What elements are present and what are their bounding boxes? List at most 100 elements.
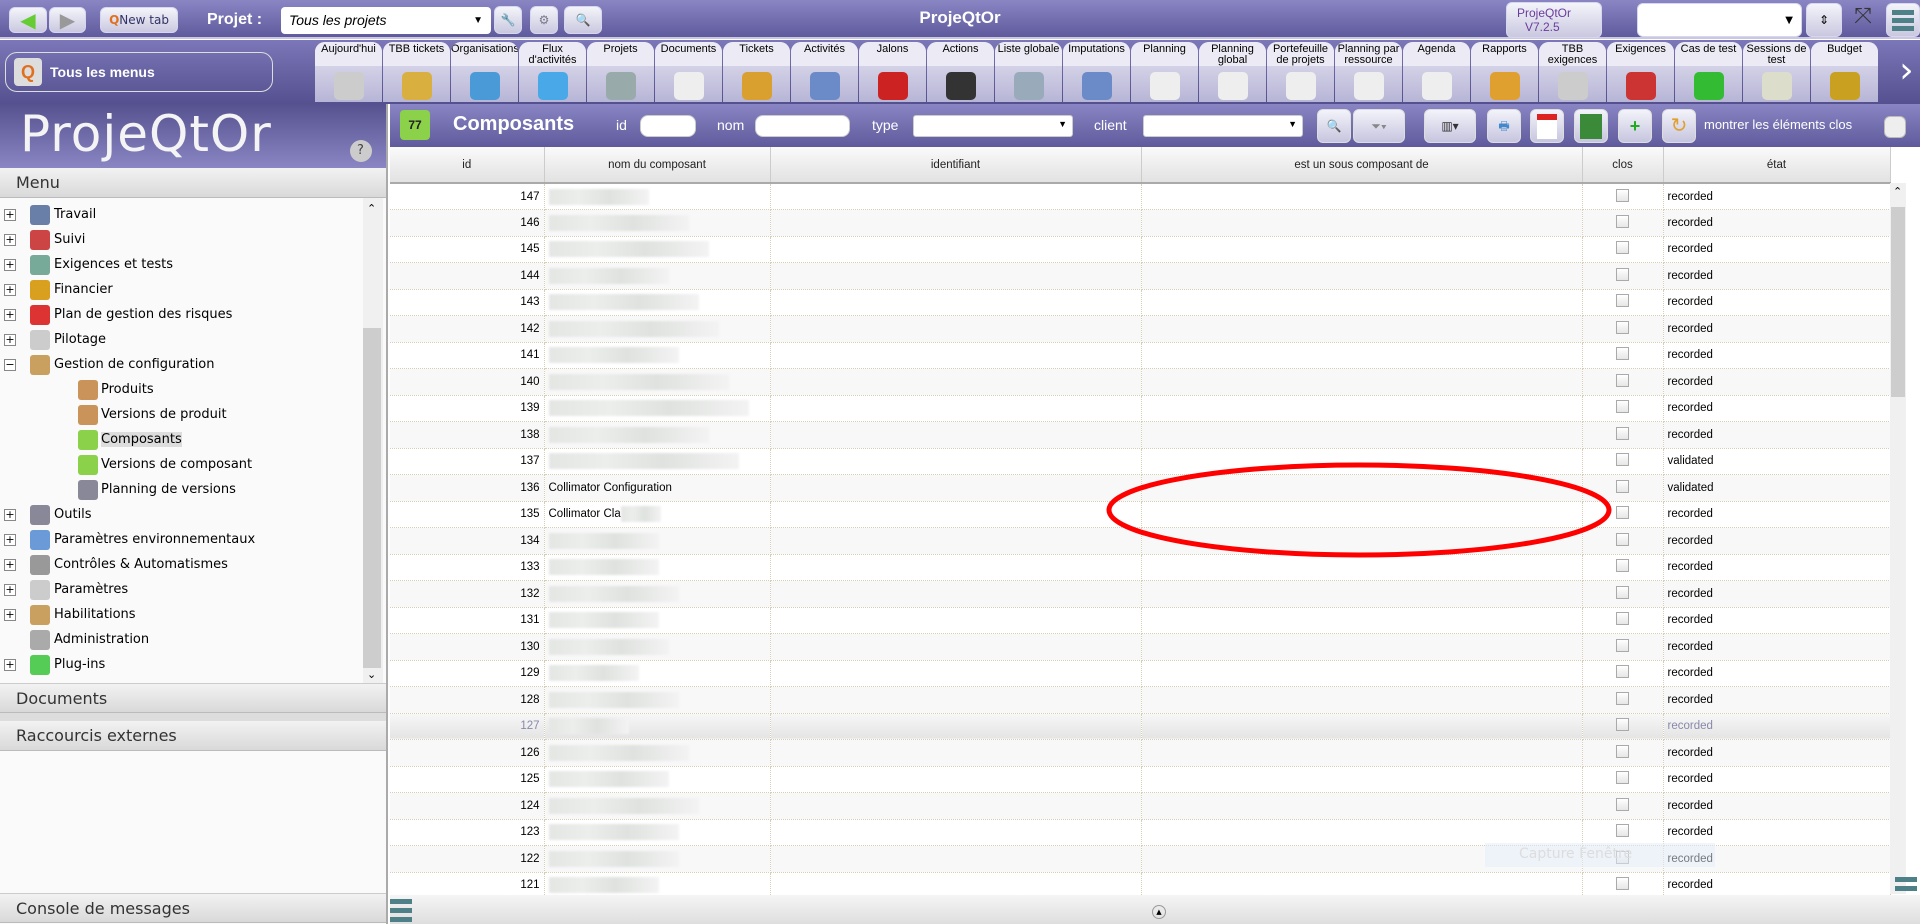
- expand-icon[interactable]: +: [4, 508, 16, 521]
- menu-tab-icon: [605, 72, 636, 100]
- menu-tree: ⌃ ⌄ + Travail + Suivi + Exigences et tests + Fin…: [0, 198, 386, 683]
- back-button[interactable]: ◀: [9, 7, 47, 33]
- chevron-down-icon: ▼: [473, 15, 483, 26]
- menu-tab-17[interactable]: Rapports: [1471, 42, 1538, 102]
- sidebar-item[interactable]: Produits: [0, 377, 360, 402]
- sidebar-item[interactable]: + Paramètres environnementaux: [0, 527, 360, 552]
- menu-tab-7[interactable]: Activités: [791, 42, 858, 102]
- menu-tab-0[interactable]: Aujourd'hui: [315, 42, 382, 102]
- sidebar-item[interactable]: + Habilitations: [0, 602, 360, 627]
- menu-tab-1[interactable]: TBB tickets: [383, 42, 450, 102]
- sidebar-item[interactable]: + Pilotage: [0, 327, 360, 352]
- sidebar-item[interactable]: Planning de versions: [0, 477, 360, 502]
- hamburger-menu-button[interactable]: [1886, 3, 1920, 37]
- menu-icon[interactable]: [390, 899, 412, 904]
- menu-tab-13[interactable]: Planning global: [1199, 42, 1266, 102]
- menu-tab-18[interactable]: TBB exigences: [1539, 42, 1606, 102]
- menu-icon[interactable]: [1895, 877, 1917, 882]
- menu-tab-icon: [1421, 72, 1452, 100]
- sidebar-item[interactable]: + Paramètres: [0, 577, 360, 602]
- menu-icon-bar[interactable]: [390, 917, 412, 922]
- menu-tab-label: TBB tickets: [383, 42, 450, 66]
- project-select[interactable]: Tous les projets ▼: [281, 7, 491, 34]
- version-badge[interactable]: ProjeQtOr V7.2.5: [1506, 2, 1602, 38]
- menu-icon-bar[interactable]: [390, 908, 412, 913]
- menu-item-icon: [30, 529, 50, 550]
- sidebar-item[interactable]: + Contrôles & Automatismes: [0, 552, 360, 577]
- menu-item-icon: [30, 629, 50, 650]
- sidebar-item[interactable]: Administration: [0, 627, 360, 652]
- menu-tab-22[interactable]: Budget: [1811, 42, 1878, 102]
- layout-toggle-button[interactable]: ⇕: [1806, 3, 1842, 37]
- settings-button[interactable]: ⚙: [530, 6, 558, 34]
- expand-icon[interactable]: +: [4, 558, 16, 571]
- menu-tab-21[interactable]: Sessions de test: [1743, 42, 1810, 102]
- menu-tab-label: Planning: [1131, 42, 1198, 66]
- sidebar-item-label: Financier: [54, 282, 113, 297]
- menu-tab-20[interactable]: Cas de test: [1675, 42, 1742, 102]
- expand-icon[interactable]: +: [4, 308, 16, 321]
- scroll-thumb[interactable]: [363, 328, 381, 668]
- menu-tab-3[interactable]: Flux d'activités: [519, 42, 586, 102]
- sidebar-item[interactable]: + Plan de gestion des risques: [0, 302, 360, 327]
- sidebar-item[interactable]: + Travail: [0, 202, 360, 227]
- documents-header[interactable]: Documents: [0, 683, 386, 713]
- menu-tab-8[interactable]: Jalons: [859, 42, 926, 102]
- expand-icon[interactable]: +: [4, 608, 16, 621]
- menu-tab-16[interactable]: Agenda: [1403, 42, 1470, 102]
- scroll-right-button[interactable]: ›: [1893, 42, 1920, 102]
- annotation-ellipse: [1106, 462, 1612, 558]
- menu-tab-icon: [1489, 72, 1520, 100]
- menu-tab-icon: [401, 72, 432, 100]
- fullscreen-icon[interactable]: ⤧: [1845, 4, 1881, 36]
- expand-icon[interactable]: +: [4, 333, 16, 346]
- shortcuts-header[interactable]: Raccourcis externes: [0, 721, 386, 751]
- console-header[interactable]: Console de messages: [0, 893, 386, 923]
- expand-icon[interactable]: +: [4, 233, 16, 246]
- menu-tab-15[interactable]: Planning par ressource: [1335, 42, 1402, 102]
- wrench-button[interactable]: 🔧: [494, 6, 522, 34]
- sidebar-item[interactable]: + Financier: [0, 277, 360, 302]
- menu-tab-5[interactable]: Documents: [655, 42, 722, 102]
- tree-scrollbar[interactable]: ⌃ ⌄: [363, 198, 383, 683]
- menu-header[interactable]: Menu: [0, 168, 386, 198]
- sidebar-item[interactable]: Versions de produit: [0, 402, 360, 427]
- collapse-icon[interactable]: −: [4, 358, 16, 371]
- expand-icon[interactable]: +: [4, 258, 16, 271]
- sidebar-item[interactable]: Versions de composant: [0, 452, 360, 477]
- sidebar-item[interactable]: + Suivi: [0, 227, 360, 252]
- chevron-down-icon[interactable]: ⌄: [367, 668, 376, 681]
- menu-tab-icon: [1217, 72, 1248, 100]
- chevron-up-icon[interactable]: ⌃: [367, 202, 376, 215]
- menu-tab-2[interactable]: Organisations: [451, 42, 518, 102]
- menu-tab-12[interactable]: Planning: [1131, 42, 1198, 102]
- menu-tab-14[interactable]: Portefeuille de projets: [1267, 42, 1334, 102]
- help-icon[interactable]: ?: [350, 140, 372, 162]
- menu-tab-4[interactable]: Projets: [587, 42, 654, 102]
- search-button[interactable]: 🔍: [564, 6, 602, 34]
- menu-tab-11[interactable]: Imputations: [1063, 42, 1130, 102]
- menu-tab-9[interactable]: Actions: [927, 42, 994, 102]
- expand-icon[interactable]: +: [4, 208, 16, 221]
- sidebar-item[interactable]: − Gestion de configuration: [0, 352, 360, 377]
- splitter[interactable]: [0, 713, 386, 721]
- sidebar-item[interactable]: Composants: [0, 427, 360, 452]
- expand-icon[interactable]: +: [4, 658, 16, 671]
- sidebar-item[interactable]: + Plug-ins: [0, 652, 360, 677]
- menu-tab-6[interactable]: Tickets: [723, 42, 790, 102]
- expand-icon[interactable]: +: [4, 533, 16, 546]
- expand-icon[interactable]: +: [4, 583, 16, 596]
- sidebar-item[interactable]: + Exigences et tests: [0, 252, 360, 277]
- user-select[interactable]: ▼: [1637, 3, 1802, 37]
- forward-button[interactable]: ▶: [49, 7, 86, 33]
- menu-tab-19[interactable]: Exigences: [1607, 42, 1674, 102]
- new-tab-button[interactable]: Q New tab: [100, 7, 178, 33]
- expand-up-icon[interactable]: ▲: [1152, 905, 1166, 919]
- sidebar-item[interactable]: + Outils: [0, 502, 360, 527]
- expand-icon[interactable]: +: [4, 283, 16, 296]
- menu-icon-bar: [1892, 17, 1914, 23]
- menu-tab-10[interactable]: Liste globale: [995, 42, 1062, 102]
- menu-item-icon: [78, 379, 98, 400]
- menu-icon-bar[interactable]: [1895, 886, 1917, 891]
- all-menus-button[interactable]: Q Tous les menus: [5, 52, 273, 92]
